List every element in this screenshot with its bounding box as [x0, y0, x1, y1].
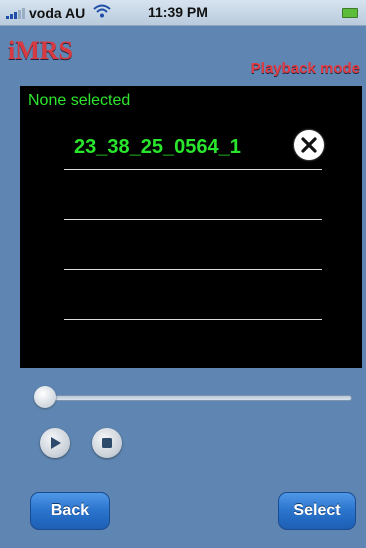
back-button[interactable]: Back	[30, 492, 110, 530]
signal-strength-icon	[6, 7, 25, 19]
status-bar: voda AU 11:39 PM	[0, 0, 366, 26]
mode-label: Playback mode	[250, 60, 360, 77]
battery-icon	[342, 8, 358, 18]
row-divider	[64, 319, 322, 320]
play-icon	[51, 437, 61, 449]
close-icon	[301, 137, 317, 153]
stop-icon	[102, 438, 112, 448]
list-item[interactable]	[64, 226, 322, 270]
list-item-label: 23_38_25_0564_1	[74, 136, 241, 158]
list-item[interactable]	[64, 176, 322, 220]
selection-status: None selected	[28, 92, 131, 109]
seek-track[interactable]	[34, 395, 352, 401]
list-item[interactable]	[64, 276, 322, 320]
carrier-name: voda AU	[29, 4, 86, 21]
row-divider	[64, 269, 322, 270]
row-divider	[64, 219, 322, 220]
seek-slider[interactable]	[34, 386, 352, 408]
row-divider	[64, 169, 322, 170]
app-title: iMRS	[8, 36, 73, 65]
wifi-icon	[93, 4, 111, 21]
list-item[interactable]: 23_38_25_0564_1	[64, 126, 324, 170]
seek-thumb[interactable]	[34, 386, 56, 408]
remove-item-button[interactable]	[294, 130, 324, 160]
recording-list: None selected 23_38_25_0564_1	[20, 86, 362, 368]
select-button[interactable]: Select	[278, 492, 356, 530]
play-button[interactable]	[40, 428, 70, 458]
status-time: 11:39 PM	[148, 4, 208, 20]
stop-button[interactable]	[92, 428, 122, 458]
